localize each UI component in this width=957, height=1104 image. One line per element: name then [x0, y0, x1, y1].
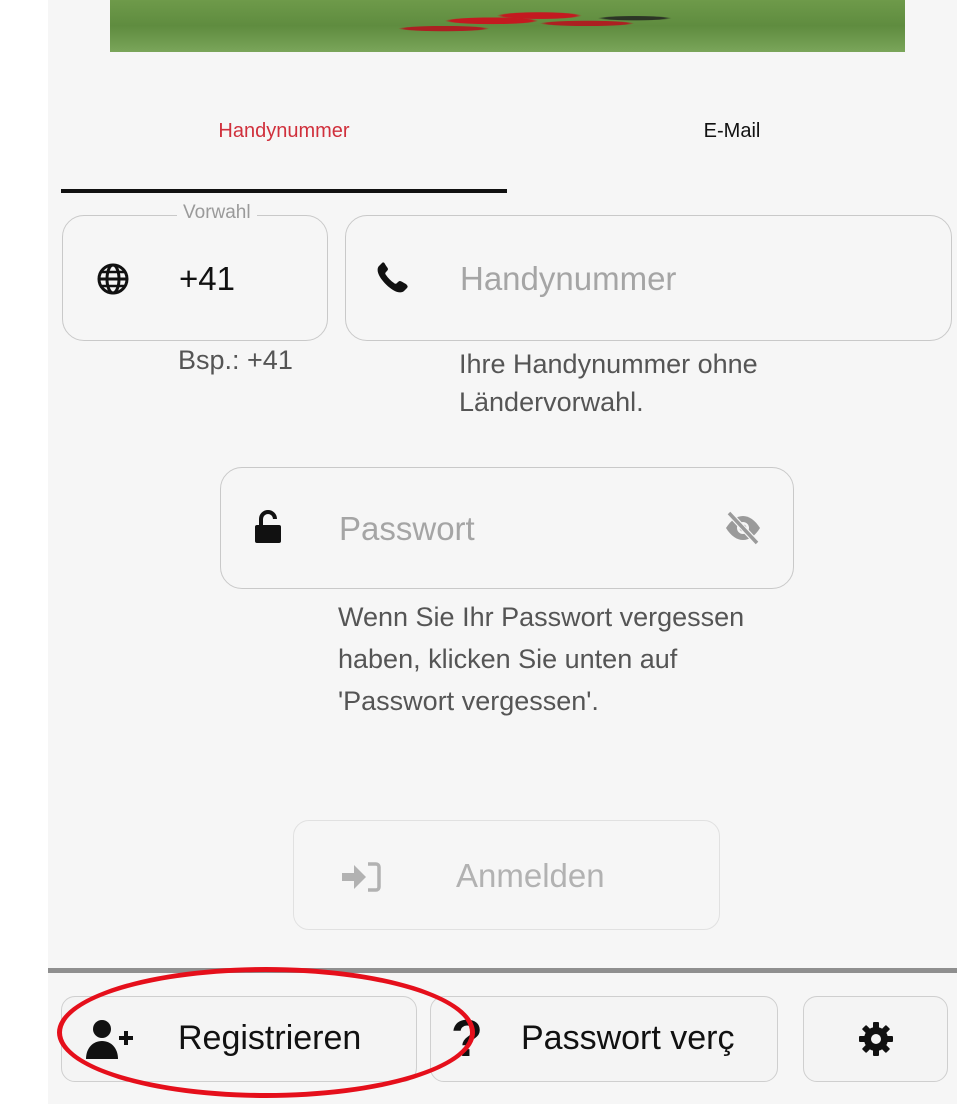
tab-email[interactable]: E-Mail	[507, 120, 957, 192]
tab-phone-label: Handynummer	[218, 120, 350, 142]
password-input[interactable]	[337, 500, 711, 558]
phone-number-input[interactable]	[458, 250, 932, 308]
country-code-field[interactable]: Vorwahl +41	[62, 202, 328, 341]
phone-number-field	[345, 215, 952, 341]
register-button[interactable]: Registrieren	[61, 996, 417, 1082]
country-code-value: +41	[179, 260, 235, 297]
gear-icon	[859, 1022, 893, 1056]
country-code-legend: Vorwahl	[177, 202, 257, 224]
forgot-password-label: Passwort verç	[521, 1019, 735, 1057]
sign-in-icon	[342, 862, 381, 892]
question-icon: ?	[451, 1010, 483, 1068]
globe-icon	[97, 263, 129, 295]
login-label: Anmelden	[456, 857, 605, 894]
phone-icon	[377, 262, 408, 293]
user-plus-icon	[86, 1020, 133, 1059]
phone-number-hint: Ihre Handynummer ohne Ländervorwahl.	[459, 349, 758, 417]
login-button[interactable]: Anmelden	[293, 820, 720, 930]
settings-button[interactable]	[803, 996, 948, 1082]
forgot-password-button[interactable]: ? Passwort verç	[430, 996, 778, 1082]
password-hint: Wenn Sie Ihr Passwort vergessen haben, k…	[338, 602, 745, 716]
login-screen: Handynummer E-Mail Vorwahl +41 Bsp.: +41…	[48, 0, 957, 1104]
tab-phone-number[interactable]: Handynummer	[61, 120, 507, 192]
active-tab-indicator	[61, 189, 507, 193]
bottom-bar-divider	[48, 968, 957, 973]
team-photo-banner	[110, 0, 905, 52]
country-code-hint: Bsp.: +41	[178, 345, 293, 375]
lock-open-icon	[255, 510, 281, 543]
register-label: Registrieren	[178, 1019, 362, 1057]
eye-slash-icon[interactable]	[723, 508, 763, 548]
password-field	[220, 467, 794, 589]
tab-email-label: E-Mail	[703, 120, 761, 142]
